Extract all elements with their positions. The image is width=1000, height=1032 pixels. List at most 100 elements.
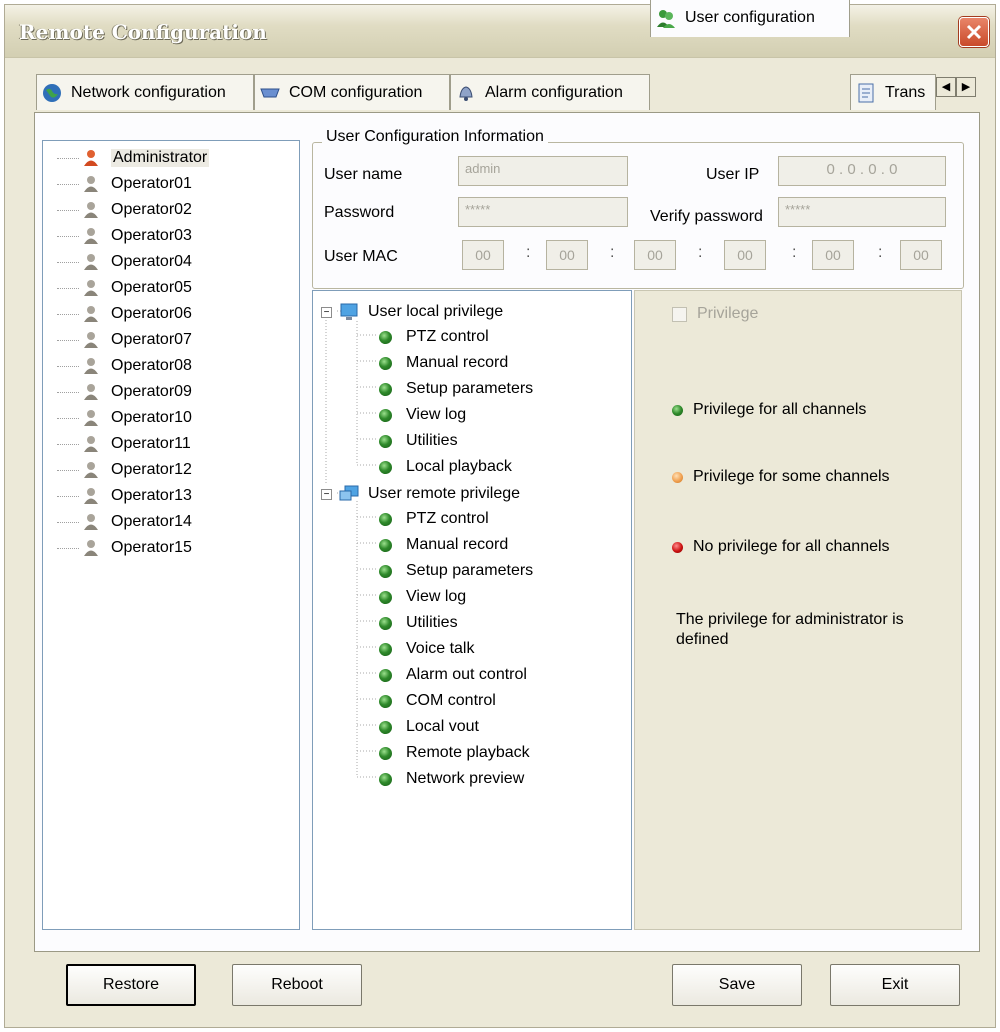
- privilege-item[interactable]: Local playback: [379, 454, 512, 480]
- verify-password-label: Verify password: [650, 208, 763, 225]
- user-name: Operator10: [111, 409, 192, 426]
- operator-user-icon: [84, 410, 98, 426]
- userip-field[interactable]: 0 . 0 . 0 . 0: [778, 156, 946, 186]
- tab-trans[interactable]: Trans: [850, 74, 936, 110]
- privilege-item[interactable]: PTZ control: [379, 506, 489, 532]
- tab-scroll-right-button[interactable]: ▶: [956, 77, 976, 97]
- user-name: Operator12: [111, 461, 192, 478]
- privilege-label: Network preview: [406, 770, 525, 787]
- privilege-item[interactable]: PTZ control: [379, 324, 489, 350]
- tab-scroll-left-button[interactable]: ◀: [936, 77, 956, 97]
- status-dot-green-icon: [379, 460, 392, 474]
- privilege-item[interactable]: Utilities: [379, 428, 458, 454]
- mac-field-1[interactable]: 00: [462, 240, 504, 270]
- tab-com-configuration[interactable]: COM configuration: [254, 74, 450, 110]
- privilege-item[interactable]: Utilities: [379, 610, 458, 636]
- exit-button[interactable]: Exit: [830, 964, 960, 1006]
- tree-node-local-privilege[interactable]: − User local privilege: [321, 299, 503, 325]
- globe-icon: [43, 83, 61, 102]
- user-name: Operator01: [111, 175, 192, 192]
- user-item-operator06[interactable]: Operator06: [57, 301, 192, 327]
- user-item-operator12[interactable]: Operator12: [57, 457, 192, 483]
- user-item-administrator[interactable]: Administrator: [57, 145, 210, 171]
- collapse-icon[interactable]: −: [321, 488, 332, 500]
- legend-label: Privilege for all channels: [693, 401, 867, 418]
- tab-network-configuration[interactable]: Network configuration: [36, 74, 254, 110]
- verify-password-field[interactable]: *****: [778, 197, 946, 227]
- save-button[interactable]: Save: [672, 964, 802, 1006]
- status-dot-green-icon: [379, 382, 392, 396]
- operator-user-icon: [84, 228, 98, 244]
- privilege-tree[interactable]: − User local privilege PTZ control Manua…: [312, 290, 632, 930]
- user-item-operator05[interactable]: Operator05: [57, 275, 192, 301]
- user-item-operator15[interactable]: Operator15: [57, 535, 192, 561]
- tab-alarm-configuration[interactable]: Alarm configuration: [450, 74, 650, 110]
- close-button[interactable]: [959, 17, 989, 47]
- legend-all-channels: Privilege for all channels: [672, 401, 866, 419]
- privilege-label: View log: [406, 588, 467, 605]
- serial-port-icon: [260, 88, 280, 97]
- user-item-operator07[interactable]: Operator07: [57, 327, 192, 353]
- operator-user-icon: [84, 540, 98, 556]
- user-item-operator08[interactable]: Operator08: [57, 353, 192, 379]
- privilege-item[interactable]: Local vout: [379, 714, 479, 740]
- privilege-checkbox-label: Privilege: [697, 305, 759, 322]
- status-dot-green-icon: [379, 590, 392, 604]
- mac-separator: :: [698, 244, 703, 261]
- legend-label: No privilege for all channels: [693, 538, 890, 555]
- privilege-item[interactable]: Manual record: [379, 532, 508, 558]
- restore-button[interactable]: Restore: [66, 964, 196, 1006]
- mac-field-6[interactable]: 00: [900, 240, 942, 270]
- privilege-checkbox[interactable]: [672, 307, 687, 322]
- tab-label: Network configuration: [71, 83, 226, 101]
- user-item-operator03[interactable]: Operator03: [57, 223, 192, 249]
- user-item-operator14[interactable]: Operator14: [57, 509, 192, 535]
- user-item-operator02[interactable]: Operator02: [57, 197, 192, 223]
- mac-separator: :: [878, 244, 883, 261]
- status-dot-green-icon: [379, 746, 392, 760]
- privilege-item[interactable]: Remote playback: [379, 740, 530, 766]
- privilege-item[interactable]: Manual record: [379, 350, 508, 376]
- collapse-icon[interactable]: −: [321, 306, 332, 318]
- privilege-item[interactable]: Alarm out control: [379, 662, 527, 688]
- privilege-item[interactable]: View log: [379, 584, 466, 610]
- privilege-item[interactable]: Network preview: [379, 766, 524, 792]
- operator-user-icon: [84, 332, 98, 348]
- tree-node-remote-privilege[interactable]: − User remote privilege: [321, 481, 520, 507]
- user-item-operator01[interactable]: Operator01: [57, 171, 192, 197]
- legend-no-channels: No privilege for all channels: [672, 538, 890, 556]
- user-item-operator11[interactable]: Operator11: [57, 431, 191, 457]
- privilege-item[interactable]: Voice talk: [379, 636, 474, 662]
- privilege-item[interactable]: View log: [379, 402, 466, 428]
- operator-user-icon: [84, 176, 98, 192]
- legend-label: Privilege for some channels: [693, 468, 890, 485]
- username-field[interactable]: admin: [458, 156, 628, 186]
- users-icon: [657, 9, 675, 28]
- mac-field-4[interactable]: 00: [724, 240, 766, 270]
- user-item-operator13[interactable]: Operator13: [57, 483, 192, 509]
- password-field[interactable]: *****: [458, 197, 628, 227]
- tab-user-configuration[interactable]: User configuration: [650, 0, 850, 37]
- document-icon: [858, 83, 874, 102]
- mac-field-3[interactable]: 00: [634, 240, 676, 270]
- mac-field-5[interactable]: 00: [812, 240, 854, 270]
- close-icon: [966, 24, 982, 40]
- mac-separator: :: [610, 244, 615, 261]
- reboot-button[interactable]: Reboot: [232, 964, 362, 1006]
- user-name: Administrator: [111, 149, 210, 167]
- privilege-label: COM control: [406, 692, 496, 709]
- user-item-operator04[interactable]: Operator04: [57, 249, 192, 275]
- privilege-label: Setup parameters: [406, 380, 534, 397]
- operator-user-icon: [84, 202, 98, 218]
- privilege-label: Voice talk: [406, 640, 475, 657]
- user-list[interactable]: Administrator Operator01 Operator02 Oper…: [42, 140, 300, 930]
- privilege-item[interactable]: Setup parameters: [379, 376, 533, 402]
- chevron-right-icon: ▶: [961, 81, 971, 93]
- privilege-item[interactable]: Setup parameters: [379, 558, 533, 584]
- chevron-left-icon: ◀: [941, 81, 951, 93]
- mac-field-2[interactable]: 00: [546, 240, 588, 270]
- user-item-operator10[interactable]: Operator10: [57, 405, 192, 431]
- user-item-operator09[interactable]: Operator09: [57, 379, 192, 405]
- tab-label: User configuration: [685, 8, 815, 26]
- privilege-item[interactable]: COM control: [379, 688, 496, 714]
